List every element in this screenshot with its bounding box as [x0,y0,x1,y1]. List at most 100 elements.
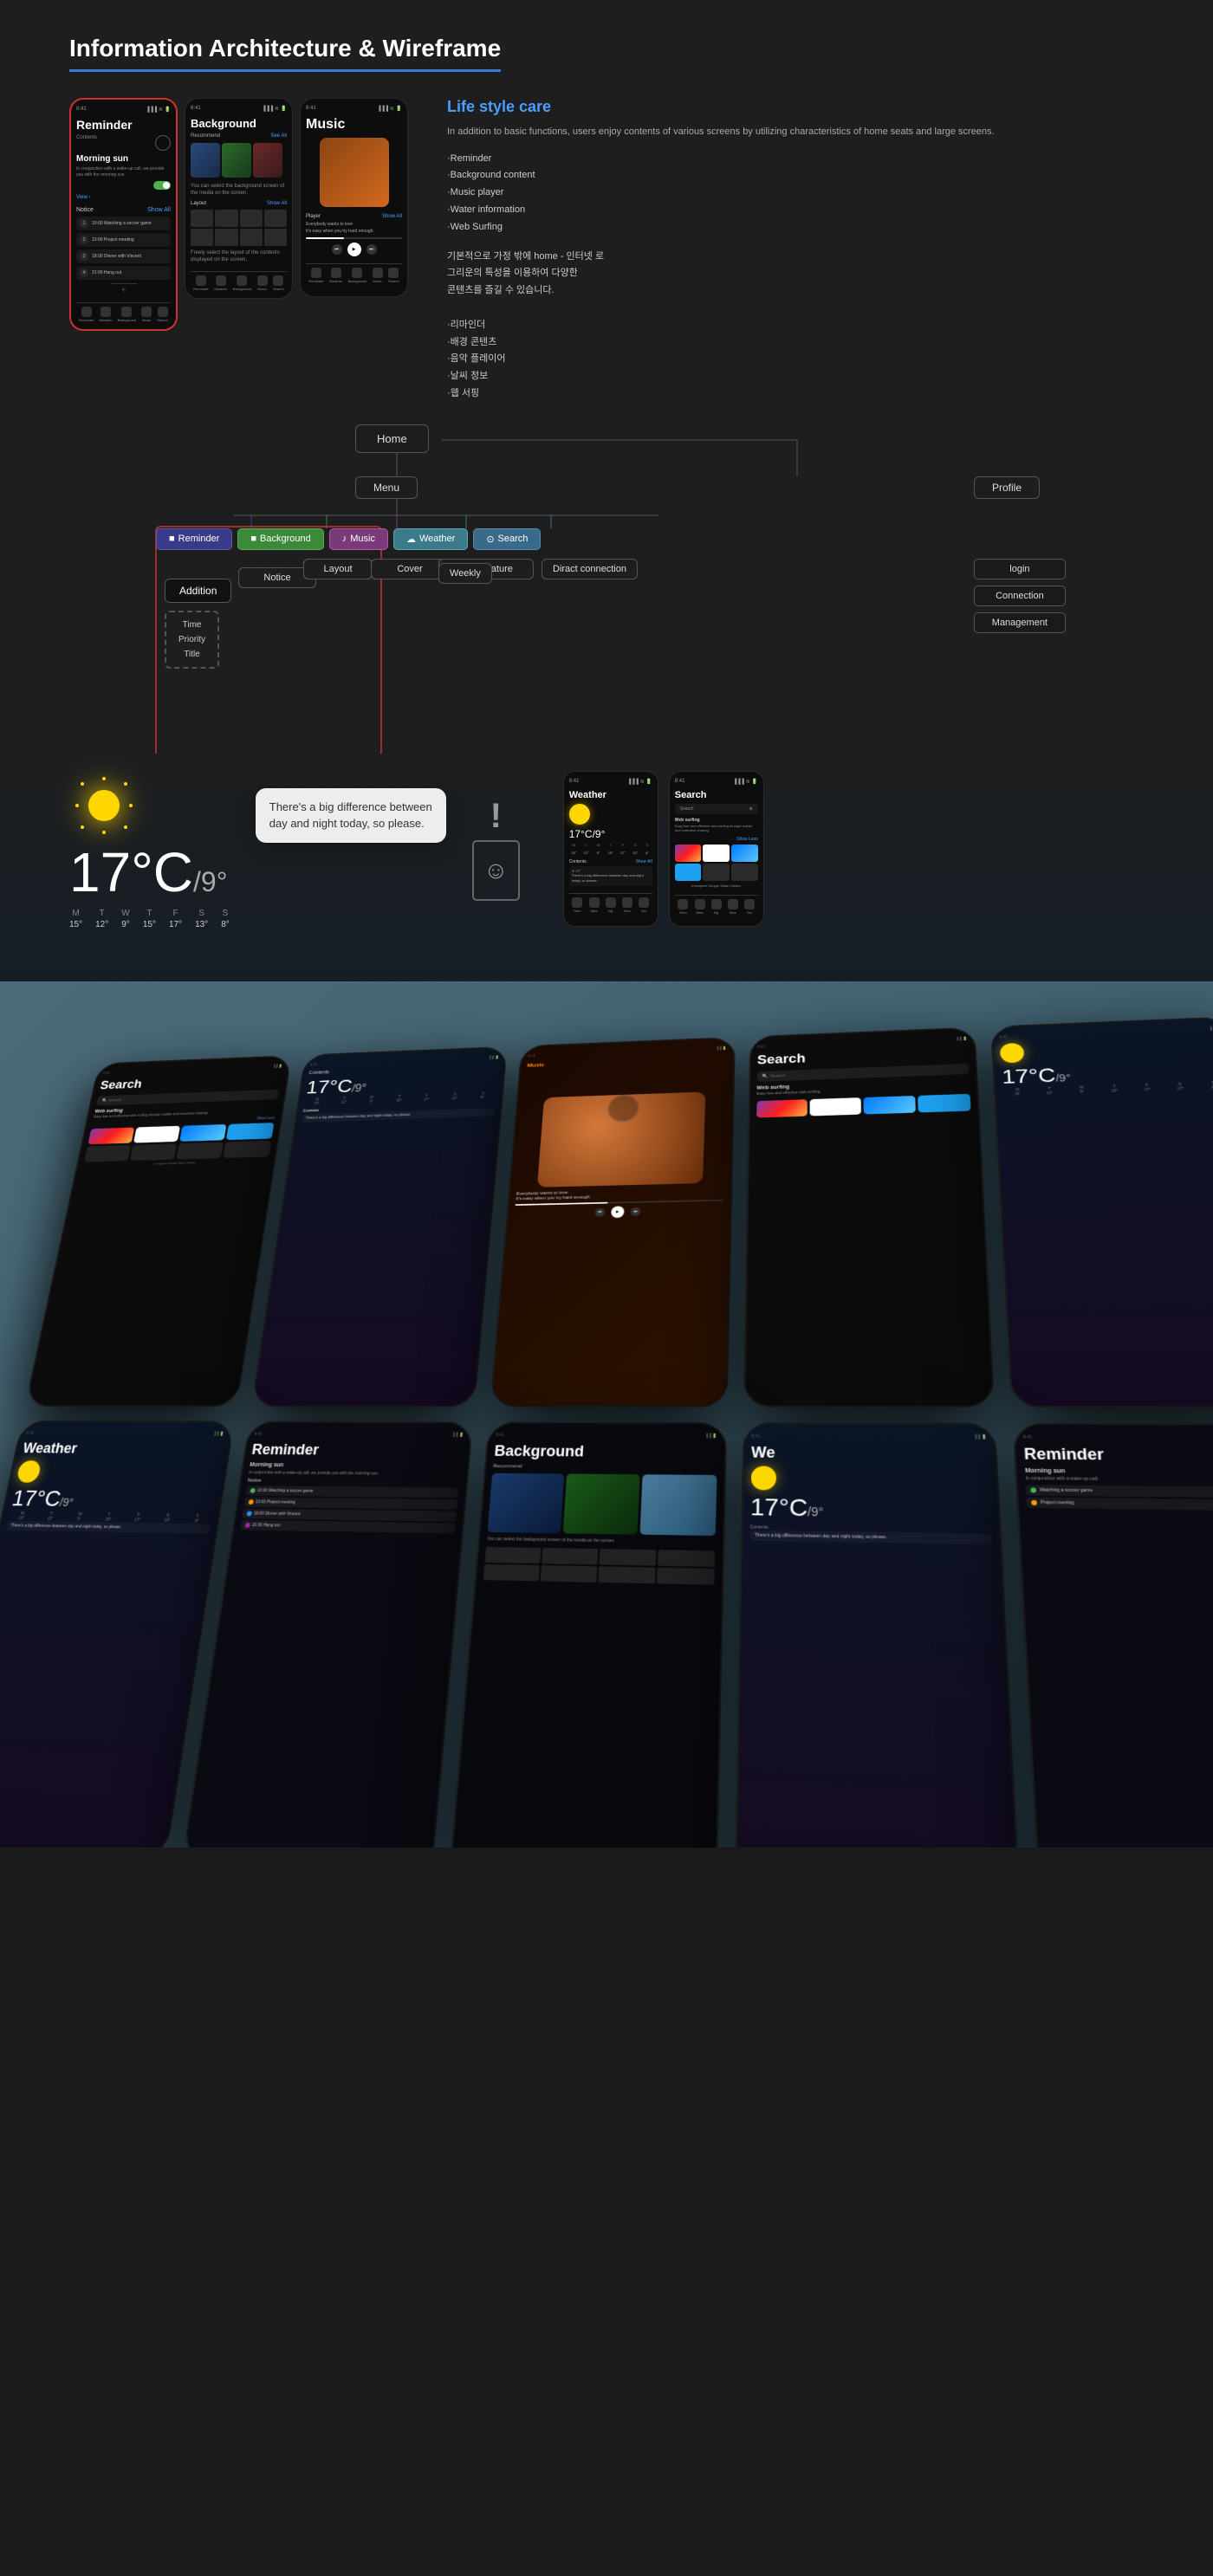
pp-search-2: 8:41▐▐ 🔋 Search 🔍 Search Web surfing Eas… [743,1026,996,1407]
safari-icon[interactable] [731,845,758,862]
weather-sun-icon [569,804,590,825]
pp-background: 8:41▐▐ 🔋 Background Recommend You can se… [449,1421,727,1848]
music-phone-nav: Reminder Weather Background Music Search [306,263,402,283]
search-bar-mock[interactable]: Search ⊗ [675,804,758,814]
pp-temp-3: 17°C/9° [10,1485,216,1514]
notice-item-3: 3 18:00 Dinner with Vincent [76,249,171,263]
background-wireframe-phone: 8:41 ▐▐▐ ≋ 🔋 Background Recommend See Al… [185,98,293,299]
pp-app-5[interactable] [84,1145,131,1162]
show-all-music[interactable]: Show All [382,214,402,219]
pp-bg-img-1[interactable] [488,1473,565,1534]
addition-box: Addition [165,579,231,603]
twitter-icon[interactable] [675,864,702,881]
background-title: Background [191,117,287,130]
show-all-weather[interactable]: Show All [636,859,652,864]
pp-extra: 8:41▐▐ 🔋 Reminder Morning sun In conjunc… [1013,1422,1213,1847]
pp-twitter[interactable] [226,1123,274,1140]
player-controls: ⏮ ▶ ⏭ [306,243,402,256]
contents-label: Contents [76,135,97,151]
show-less[interactable]: Show Less [736,837,757,842]
pp-prev[interactable]: ⏮ [594,1207,605,1216]
app-icon-6[interactable] [731,864,758,881]
layout-grid [191,210,287,246]
show-all-link[interactable]: Show All [147,207,171,213]
google-icon[interactable] [703,845,730,862]
korean-description: 기본적으로 가정 밖에 home - 인터넷 로 그리운의 특성을 이용하여 다… [447,249,1144,403]
pp-notice-header: Notice [247,1478,459,1485]
pp-safari[interactable] [179,1124,227,1142]
next-button[interactable]: ⏭ [366,244,377,255]
week-display: M15° T12° W9° T15° F17° S13° S8° [69,909,230,929]
pp-extra-n1: Watching a soccer game [1026,1485,1213,1498]
management-node: Management [974,612,1066,633]
prev-button[interactable]: ⏮ [332,244,342,255]
pp-morning-text: In conjunction with a wake-up call, we p… [249,1470,461,1477]
pp-bg-img-2[interactable] [563,1473,640,1534]
pp-google[interactable] [133,1126,180,1143]
pp-search-input[interactable]: 🔍 Search [96,1089,279,1105]
weekly-node: Weekly [438,563,492,584]
phones-perspective-grid: 8:41▐▐ 🔋 Search 🔍 Search Web surfing Eas… [0,987,1213,1847]
profile-subnodes: login Connection Management [974,559,1066,633]
reminder-title: Reminder [76,118,171,132]
phone-body-text: In conjunction with a wake-up call, we p… [76,166,171,178]
bg-image-3[interactable] [253,143,282,178]
pp-temp-4: 17°C/9° [750,1493,991,1524]
pp-app-7[interactable] [177,1142,224,1159]
weather-days-row: M T W T F S S [569,843,652,847]
small-wireframe-phones: 8:41 ▐▐▐ ≋ 🔋 Weather 17°C/9° M T W T F S… [563,771,764,927]
view-link[interactable]: View › [76,195,171,200]
web-surfing-desc: Easy free and effective web surfing thro… [675,824,758,833]
layout-node: Layout [303,559,373,579]
weather-small-phone: 8:41 ▐▐▐ ≋ 🔋 Weather 17°C/9° M T W T F S… [563,771,658,927]
weather-phone-nav: Rem Wea Bg Mus Src [569,893,652,913]
bg-phone-nav: Reminder Weather Background Music Search [191,271,287,291]
add-icon[interactable]: + [121,286,126,295]
weather-speech-bubble: There's a big difference between day and… [256,788,446,843]
instagram-icon[interactable] [675,845,702,862]
progress-fill [306,237,344,239]
layout-show-all[interactable]: Show All [267,201,287,206]
cat-background: ■ Background [237,528,323,550]
weather-temp-display: 17°C/9° [569,828,652,840]
pp-extra-morning: Morning sun [1025,1468,1213,1477]
pp-notice-2: 13:00 Project meeting [243,1497,457,1510]
toggle-circle[interactable] [155,135,171,151]
login-node: login [974,559,1066,579]
notice-label: Notice [76,207,94,213]
pp-ig-2[interactable] [756,1099,808,1117]
search-phone-title: Search [675,790,758,800]
cover-node: Cover [371,559,449,579]
pp-goog-2[interactable] [810,1097,861,1116]
pp-music: 8:41▐▐ 🔋 Music Everybody wants to love I… [490,1037,735,1408]
recommend-label: Recommend [191,133,220,139]
sun-center [88,790,120,821]
pp-next[interactable]: ⏭ [631,1207,641,1215]
pp-play[interactable]: ▶ [611,1206,625,1218]
direct-conn-node: Diract connection [542,559,638,579]
phone-status-bar: 8:41 ▐▐▐ ≋ 🔋 [76,107,171,113]
bg-image-1[interactable] [191,143,220,178]
bg-image-2[interactable] [222,143,251,178]
notice-item-2: 2 13:00 Project meeting [76,233,171,247]
pp-app-8[interactable] [224,1141,271,1158]
pp-app-icons-2 [756,1094,971,1118]
music-album-art [320,138,389,207]
pp-safari-2[interactable] [864,1096,917,1115]
toggle-area [76,181,171,190]
player-label: Player [306,214,321,219]
pp-app-6[interactable] [130,1143,177,1161]
toggle-switch[interactable] [153,181,171,190]
cat-search: ⊙ Search [473,528,541,550]
pp-tw-2[interactable] [918,1094,971,1113]
categories-row: ■ Reminder ■ Background ♪ Music ☁ Weathe… [156,528,541,550]
pp-weather-4: 8:41▐▐ 🔋 We 17°C/9° Contents There's a b… [735,1422,1021,1848]
see-all-link[interactable]: See All [270,133,287,140]
music-progress-bar[interactable] [306,237,402,239]
pp-instagram[interactable] [88,1127,134,1144]
lifestyle-features: ·Reminder·Background content·Music playe… [447,151,1144,236]
app-icon-5[interactable] [703,864,730,881]
bg-description: You can select the background screen of … [191,183,287,197]
pp-bg-img-3[interactable] [639,1474,717,1536]
play-button[interactable]: ▶ [347,243,361,256]
